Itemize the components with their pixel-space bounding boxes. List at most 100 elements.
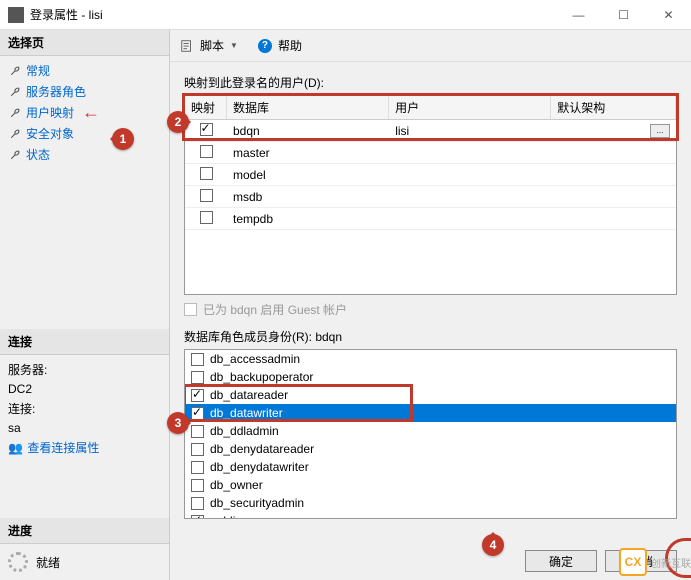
role-row[interactable]: db_datawriter — [185, 404, 676, 422]
progress-header: 进度 — [0, 518, 169, 544]
role-row[interactable]: db_accessadmin — [185, 350, 676, 368]
role-checkbox[interactable] — [191, 353, 204, 366]
server-label: 服务器: — [8, 361, 161, 378]
role-checkbox[interactable] — [191, 479, 204, 492]
role-name: db_datareader — [210, 388, 288, 402]
wrench-icon — [8, 85, 22, 99]
annotation-1: 1 — [112, 128, 134, 150]
role-checkbox[interactable] — [191, 515, 204, 520]
close-button[interactable]: ✕ — [646, 0, 691, 30]
nav-label: 服务器角色 — [26, 83, 86, 100]
browse-button[interactable]: ... — [650, 124, 670, 138]
nav-item-2[interactable]: 用户映射← — [0, 102, 169, 123]
server-value: DC2 — [8, 382, 161, 396]
role-row[interactable]: db_ddladmin — [185, 422, 676, 440]
user-cell — [389, 173, 551, 177]
grid-row[interactable]: model — [185, 164, 676, 186]
role-name: db_accessadmin — [210, 352, 300, 366]
user-mapping-grid[interactable]: 映射 数据库 用户 默认架构 bdqnlisi...mastermodelmsd… — [184, 95, 677, 295]
script-button[interactable]: 脚本 — [200, 37, 224, 54]
role-row[interactable]: db_securityadmin — [185, 494, 676, 512]
grid-row[interactable]: msdb — [185, 186, 676, 208]
map-checkbox[interactable] — [200, 211, 213, 224]
annotation-3: 3 — [167, 412, 189, 434]
db-cell: master — [227, 144, 389, 162]
role-row[interactable]: db_denydatawriter — [185, 458, 676, 476]
nav-label: 安全对象 — [26, 125, 74, 142]
window-title: 登录属性 - lisi — [30, 6, 556, 23]
nav-label: 常规 — [26, 62, 50, 79]
guest-label: 已为 bdqn 启用 Guest 帐户 — [203, 301, 347, 318]
role-checkbox[interactable] — [191, 461, 204, 474]
role-row[interactable]: public — [185, 512, 676, 519]
role-name: db_denydatawriter — [210, 460, 309, 474]
role-row[interactable]: db_datareader — [185, 386, 676, 404]
role-name: db_backupoperator — [210, 370, 313, 384]
role-name: public — [210, 514, 241, 519]
left-panel: 选择页 常规服务器角色用户映射← 安全对象状态 连接 服务器: DC2 连接: s… — [0, 30, 170, 580]
role-checkbox[interactable] — [191, 497, 204, 510]
map-checkbox[interactable] — [200, 123, 213, 136]
title-bar: 登录属性 - lisi — ☐ ✕ — [0, 0, 691, 30]
role-checkbox[interactable] — [191, 443, 204, 456]
conn-label: 连接: — [8, 400, 161, 417]
wrench-icon — [8, 64, 22, 78]
user-cell — [389, 151, 551, 155]
script-icon — [180, 39, 194, 53]
user-cell — [389, 195, 551, 199]
col-db: 数据库 — [227, 96, 389, 119]
script-dropdown-icon[interactable]: ▼ — [230, 41, 238, 50]
role-name: db_datawriter — [210, 406, 283, 420]
annotation-4: 4 — [482, 534, 504, 556]
nav-item-0[interactable]: 常规 — [0, 60, 169, 81]
role-row[interactable]: db_backupoperator — [185, 368, 676, 386]
col-map: 映射 — [185, 96, 227, 119]
role-checkbox[interactable] — [191, 389, 204, 402]
role-list[interactable]: db_accessadmin db_backupoperator db_datare… — [184, 349, 677, 519]
nav-item-3[interactable]: 安全对象 — [0, 123, 169, 144]
nav-item-1[interactable]: 服务器角色 — [0, 81, 169, 102]
ok-button[interactable]: 确定 — [525, 550, 597, 572]
nav-label: 状态 — [26, 146, 50, 163]
role-checkbox[interactable] — [191, 371, 204, 384]
grid-row[interactable]: tempdb — [185, 208, 676, 230]
role-row[interactable]: db_denydatareader — [185, 440, 676, 458]
db-cell: model — [227, 166, 389, 184]
col-user: 用户 — [389, 96, 551, 119]
nav-item-4[interactable]: 状态 — [0, 144, 169, 165]
app-icon — [8, 7, 24, 23]
schema-cell — [551, 151, 676, 155]
watermark: CX 创新互联 — [619, 548, 691, 576]
db-cell: tempdb — [227, 210, 389, 228]
role-row[interactable]: db_owner — [185, 476, 676, 494]
view-connection-props-link[interactable]: 查看连接属性 — [27, 441, 99, 455]
toolbar: 脚本 ▼ ? 帮助 — [170, 30, 691, 62]
right-panel: 脚本 ▼ ? 帮助 映射到此登录名的用户(D): 映射 数据库 用户 默认架构 … — [170, 30, 691, 580]
db-cell: bdqn — [227, 122, 389, 140]
progress-status: 就绪 — [36, 554, 60, 571]
role-name: db_securityadmin — [210, 496, 304, 510]
select-page-header: 选择页 — [0, 30, 169, 56]
schema-cell — [551, 173, 676, 177]
role-checkbox[interactable] — [191, 407, 204, 420]
role-name: db_owner — [210, 478, 263, 492]
map-checkbox[interactable] — [200, 167, 213, 180]
maximize-button[interactable]: ☐ — [601, 0, 646, 30]
help-button[interactable]: 帮助 — [278, 37, 302, 54]
mapped-users-label: 映射到此登录名的用户(D): — [184, 74, 677, 91]
grid-row[interactable]: master — [185, 142, 676, 164]
map-checkbox[interactable] — [200, 189, 213, 202]
wrench-icon — [8, 148, 22, 162]
user-cell: lisi — [389, 122, 551, 140]
schema-cell — [551, 217, 676, 221]
user-cell — [389, 217, 551, 221]
connection-header: 连接 — [0, 329, 169, 355]
help-icon: ? — [258, 39, 272, 53]
progress-spinner-icon — [8, 552, 28, 572]
grid-row[interactable]: bdqnlisi... — [185, 120, 676, 142]
annotation-2: 2 — [167, 111, 189, 133]
minimize-button[interactable]: — — [556, 0, 601, 30]
map-checkbox[interactable] — [200, 145, 213, 158]
conn-value: sa — [8, 421, 161, 435]
watermark-logo-icon: CX — [619, 548, 647, 576]
